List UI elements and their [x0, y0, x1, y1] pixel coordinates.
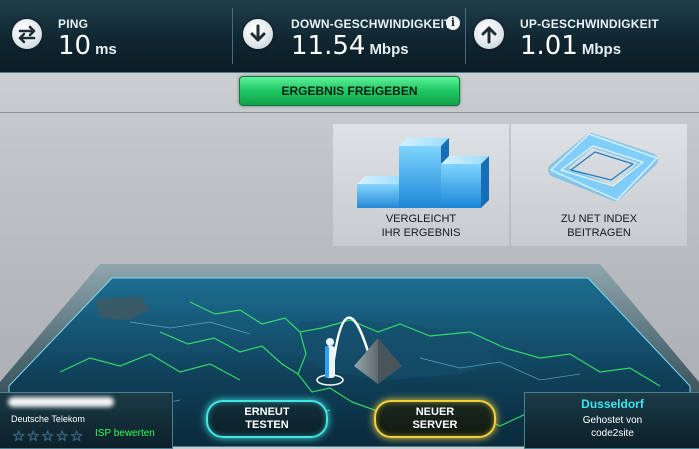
isp-rating-stars[interactable]: ☆☆☆☆☆ [12, 426, 84, 445]
hosted-by-label: Gehostet von [582, 415, 643, 426]
ping-unit: ms [95, 41, 117, 58]
server-city: Dusseldorf [581, 397, 644, 411]
net-index-label: ZU NET INDEX BEITRAGEN [511, 212, 687, 240]
download-unit: Mbps [369, 41, 409, 58]
star-icon[interactable]: ☆ [70, 429, 83, 444]
ping-metric: PING 10 ms [0, 0, 232, 66]
new-server-line1: NEUER [415, 406, 455, 418]
compare-line2: IHR ERGEBNIS [381, 227, 461, 239]
host-name: code2site [591, 428, 634, 439]
upload-label: UP-GESCHWINDIGKEIT [520, 17, 659, 31]
server-host-info: Gehostet von code2site [525, 414, 699, 440]
new-server-button[interactable]: NEUER SERVER [374, 400, 496, 438]
net-index-ring-icon [548, 133, 658, 201]
isp-panel: Deutsche Telekom ☆☆☆☆☆ ISP bewerten [0, 392, 173, 449]
ping-value: 10 [58, 31, 92, 61]
net-index-line1: ZU NET INDEX [560, 213, 638, 225]
compare-result-panel[interactable]: VERGLEICHT IHR ERGEBNIS [333, 124, 509, 246]
upload-value: 1.01 [520, 31, 578, 61]
server-panel: Dusseldorf Gehostet von code2site [524, 392, 699, 449]
upload-metric: UP-GESCHWINDIGKEIT 1.01 Mbps [466, 0, 699, 66]
bar-chart-icon [357, 138, 489, 208]
ping-arrows-icon [12, 19, 42, 49]
retest-button[interactable]: ERNEUT TESTEN [206, 400, 328, 438]
download-label: DOWN-GESCHWINDIGKEIT [291, 17, 452, 31]
compare-line1: VERGLEICHT [385, 213, 457, 225]
retest-line2: TESTEN [245, 419, 289, 431]
ping-value-row: 10 ms [58, 31, 117, 61]
upload-unit: Mbps [581, 41, 622, 58]
download-arrow-icon [243, 19, 273, 49]
compare-result-label: VERGLEICHT IHR ERGEBNIS [333, 212, 509, 240]
retest-line1: ERNEUT [244, 406, 290, 418]
upload-value-row: 1.01 Mbps [520, 31, 621, 61]
new-server-label: NEUER SERVER [376, 406, 494, 432]
rate-isp-link[interactable]: ISP bewerten [95, 428, 155, 439]
new-server-line2: SERVER [412, 419, 458, 431]
retest-label: ERNEUT TESTEN [208, 406, 326, 432]
speedtest-app: PING 10 ms DOWN-GESCHWINDIGKEIT i 11.54 Mb… [0, 0, 699, 449]
info-icon[interactable]: i [446, 16, 460, 30]
download-metric: DOWN-GESCHWINDIGKEIT i 11.54 Mbps [233, 0, 465, 66]
download-value-row: 11.54 Mbps [291, 31, 409, 61]
results-header: PING 10 ms DOWN-GESCHWINDIGKEIT i 11.54 Mb… [0, 0, 699, 73]
redacted-ip [8, 397, 114, 407]
net-index-panel[interactable]: ZU NET INDEX BEITRAGEN [511, 124, 687, 246]
upload-arrow-icon [474, 19, 504, 49]
net-index-line2: BEITRAGEN [567, 227, 631, 239]
star-icon[interactable]: ☆ [12, 429, 25, 444]
star-icon[interactable]: ☆ [41, 429, 54, 444]
ping-label: PING [58, 17, 89, 31]
star-icon[interactable]: ☆ [55, 429, 68, 444]
isp-name: Deutsche Telekom [11, 414, 85, 424]
share-result-button[interactable]: ERGEBNIS FREIGEBEN [239, 76, 460, 106]
download-value: 11.54 [291, 31, 366, 61]
star-icon[interactable]: ☆ [26, 429, 39, 444]
divider [0, 112, 699, 113]
